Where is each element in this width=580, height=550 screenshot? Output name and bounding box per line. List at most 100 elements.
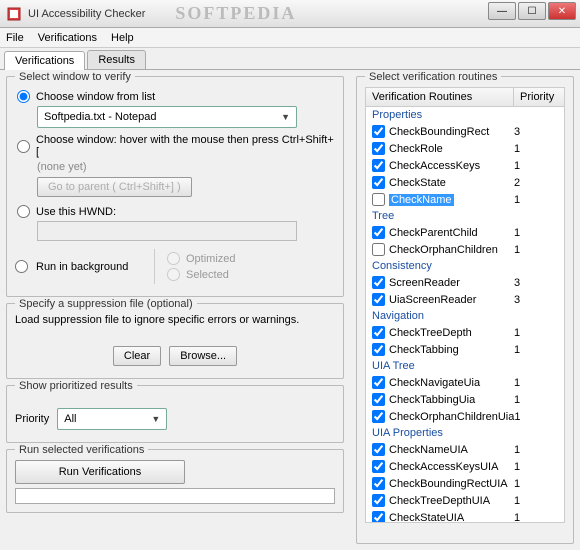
hover-none-yet: (none yet) <box>37 161 335 173</box>
routine-row[interactable]: CheckNameUIA1 <box>366 441 564 458</box>
routine-checkbox[interactable] <box>372 511 385 522</box>
group-routines: Select verification routines Verificatio… <box>356 76 574 544</box>
priority-combobox[interactable]: All <box>57 408 167 430</box>
routine-name: CheckAccessKeys <box>389 160 480 172</box>
routine-row[interactable]: CheckAccessKeysUIA1 <box>366 458 564 475</box>
routine-priority: 3 <box>514 126 558 138</box>
routine-checkbox[interactable] <box>372 159 385 172</box>
routine-checkbox[interactable] <box>372 477 385 490</box>
routine-checkbox[interactable] <box>372 343 385 356</box>
routine-checkbox[interactable] <box>372 142 385 155</box>
routine-checkbox[interactable] <box>372 293 385 306</box>
radio-selected[interactable] <box>167 268 180 281</box>
label-selected: Selected <box>186 269 229 281</box>
routine-priority: 1 <box>514 344 558 356</box>
routine-name: UiaScreenReader <box>389 294 476 306</box>
maximize-button[interactable]: ☐ <box>518 2 546 20</box>
label-run-background: Run in background <box>36 261 146 273</box>
tab-results[interactable]: Results <box>87 50 146 69</box>
group-title-run: Run selected verifications <box>15 444 148 456</box>
routine-checkbox[interactable] <box>372 460 385 473</box>
label-choose-hover: Choose window: hover with the mouse then… <box>36 134 335 158</box>
go-to-parent-button[interactable]: Go to parent ( Ctrl+Shift+] ) <box>37 177 192 197</box>
run-verifications-button[interactable]: Run Verifications <box>15 460 185 484</box>
routine-row[interactable]: CheckParentChild1 <box>366 224 564 241</box>
radio-choose-hover[interactable] <box>17 140 30 153</box>
routine-row[interactable]: CheckBoundingRectUIA1 <box>366 475 564 492</box>
routine-row[interactable]: CheckStateUIA1 <box>366 509 564 522</box>
radio-choose-from-list[interactable] <box>17 90 30 103</box>
routine-row[interactable]: UiaScreenReader 3 <box>366 291 564 308</box>
routine-category: Navigation <box>366 308 564 324</box>
routines-header: Verification Routines Priority <box>366 88 564 107</box>
routine-category: Consistency <box>366 258 564 274</box>
routine-priority: 3 <box>514 294 558 306</box>
routine-row[interactable]: CheckAccessKeys1 <box>366 157 564 174</box>
clear-button[interactable]: Clear <box>113 346 161 366</box>
routine-row[interactable]: CheckNavigateUia1 <box>366 374 564 391</box>
routine-row[interactable]: CheckOrphanChildren1 <box>366 241 564 258</box>
close-button[interactable]: ✕ <box>548 2 576 20</box>
routine-row[interactable]: CheckTreeDepthUIA1 <box>366 492 564 509</box>
routine-row[interactable]: CheckOrphanChildrenUia1 <box>366 408 564 425</box>
tabstrip: Verifications Results <box>0 48 580 70</box>
routines-body[interactable]: PropertiesCheckBoundingRect3CheckRole1Ch… <box>366 107 564 522</box>
routine-name: CheckTabbing <box>389 344 459 356</box>
routine-checkbox[interactable] <box>372 226 385 239</box>
browse-button[interactable]: Browse... <box>169 346 237 366</box>
col-priority[interactable]: Priority <box>514 88 564 106</box>
app-icon <box>6 6 22 22</box>
routine-checkbox[interactable] <box>372 443 385 456</box>
routine-checkbox[interactable] <box>372 326 385 339</box>
routine-row[interactable]: CheckRole1 <box>366 140 564 157</box>
routine-name: CheckStateUIA <box>389 512 464 523</box>
routine-priority: 1 <box>514 327 558 339</box>
routine-name: CheckParentChild <box>389 227 478 239</box>
routine-checkbox[interactable] <box>372 494 385 507</box>
routine-checkbox[interactable] <box>372 376 385 389</box>
routine-row[interactable]: CheckTabbingUia1 <box>366 391 564 408</box>
radio-optimized[interactable] <box>167 252 180 265</box>
label-choose-from-list: Choose window from list <box>36 91 155 103</box>
routine-name: CheckBoundingRectUIA <box>389 478 508 490</box>
radio-use-hwnd[interactable] <box>17 205 30 218</box>
menu-file[interactable]: File <box>6 32 24 44</box>
routine-name: ScreenReader <box>389 277 460 289</box>
routine-row[interactable]: CheckTreeDepth1 <box>366 324 564 341</box>
routine-row[interactable]: CheckBoundingRect3 <box>366 123 564 140</box>
routine-row[interactable]: ScreenReader3 <box>366 274 564 291</box>
window-combobox[interactable]: Softpedia.txt - Notepad <box>37 106 297 128</box>
routine-priority: 1 <box>514 143 558 155</box>
routine-row[interactable]: CheckTabbing 1 <box>366 341 564 358</box>
group-select-window: Select window to verify Choose window fr… <box>6 76 344 297</box>
routine-category: Properties <box>366 107 564 123</box>
routine-priority: 1 <box>514 495 558 507</box>
label-optimized: Optimized <box>186 253 236 265</box>
routine-checkbox[interactable] <box>372 176 385 189</box>
window-title: UI Accessibility Checker <box>28 8 145 20</box>
routine-category: UIA Tree <box>366 358 564 374</box>
group-title-select-window: Select window to verify <box>15 71 135 83</box>
priority-combobox-value: All <box>64 413 76 425</box>
minimize-button[interactable]: — <box>488 2 516 20</box>
radio-run-background[interactable] <box>15 260 28 273</box>
tab-verifications[interactable]: Verifications <box>4 51 85 70</box>
routine-checkbox[interactable] <box>372 193 385 206</box>
routine-checkbox[interactable] <box>372 276 385 289</box>
routine-checkbox[interactable] <box>372 393 385 406</box>
routine-row[interactable]: CheckState2 <box>366 174 564 191</box>
routine-name: CheckTabbingUia <box>389 394 475 406</box>
routine-name: CheckNameUIA <box>389 444 468 456</box>
menubar: File Verifications Help <box>0 28 580 48</box>
routine-checkbox[interactable] <box>372 125 385 138</box>
routine-name: CheckOrphanChildrenUia <box>389 411 514 423</box>
hwnd-input[interactable] <box>37 221 297 241</box>
progress-bar <box>15 488 335 504</box>
routine-checkbox[interactable] <box>372 410 385 423</box>
routine-checkbox[interactable] <box>372 243 385 256</box>
menu-verifications[interactable]: Verifications <box>38 32 97 44</box>
menu-help[interactable]: Help <box>111 32 134 44</box>
col-routine[interactable]: Verification Routines <box>366 88 514 106</box>
routine-priority: 1 <box>514 194 558 206</box>
routine-row[interactable]: CheckName1 <box>366 191 564 208</box>
